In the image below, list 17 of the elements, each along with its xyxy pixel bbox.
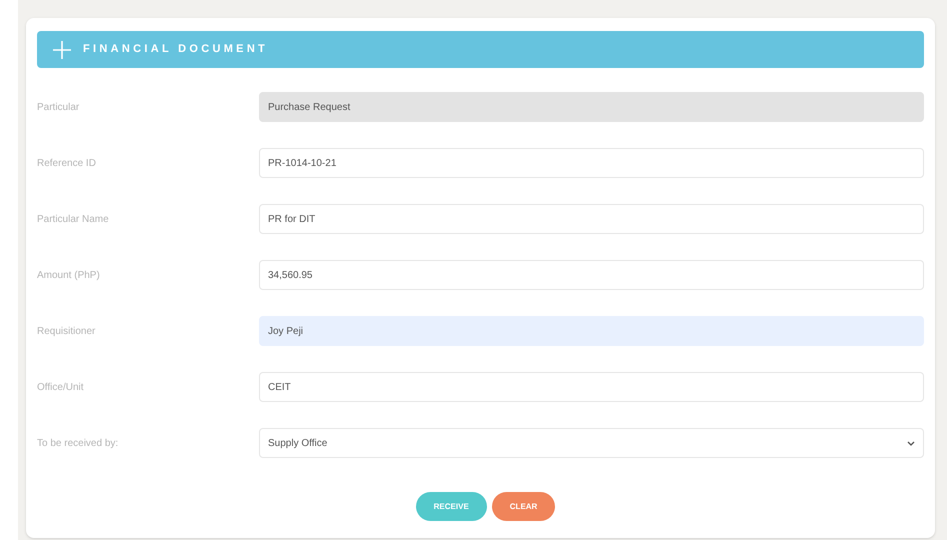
input-field[interactable]: CEIT [259,372,924,402]
field-label: Amount (PhP) [37,268,101,282]
field-label: To be received by: [37,436,120,450]
field-label: Requisitioner [37,324,96,338]
field-label: Particular Name [37,212,110,226]
section-title: FINANCIAL DOCUMENT [83,42,268,58]
field-label: Reference ID [37,156,97,170]
input-field[interactable]: 34,560.95 [259,260,924,290]
chevron-down-icon [907,440,915,446]
input-field[interactable]: PR for DIT [259,204,924,234]
plus-icon [53,40,71,58]
field-label: Particular [37,100,80,114]
field-label: Office/Unit [37,380,84,394]
select-field[interactable]: Supply Office [259,428,924,458]
input-field[interactable]: Joy Peji [259,316,924,346]
input-field[interactable]: Purchase Request [259,92,924,122]
input-field[interactable]: PR-1014-10-21 [259,148,924,178]
